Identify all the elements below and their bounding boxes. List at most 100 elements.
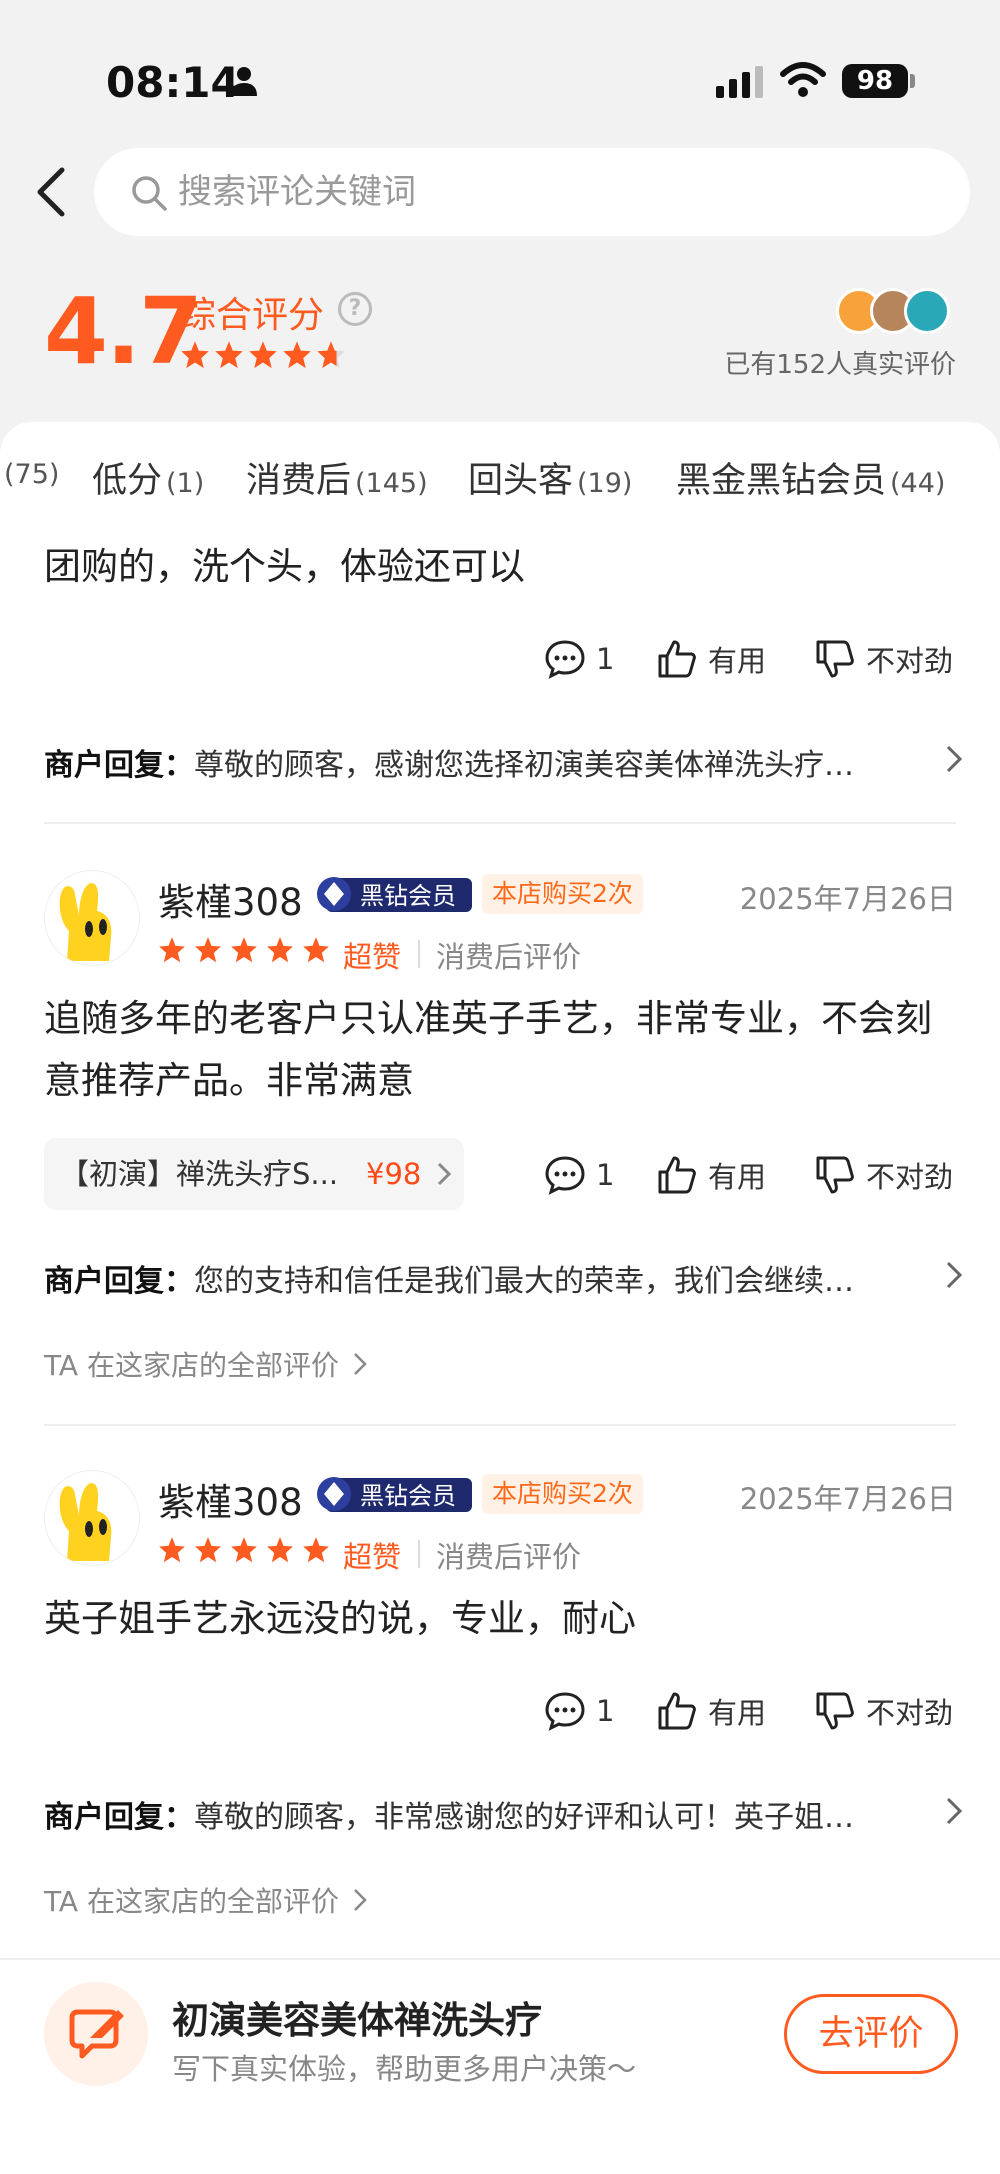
tab-count: (1) — [166, 468, 205, 499]
useful-button[interactable]: 有用 — [656, 1154, 766, 1196]
user-all-reviews-link[interactable]: TA 在这家店的全部评价 — [44, 1344, 367, 1384]
comment-icon — [545, 1156, 585, 1195]
status-time: 08:14 — [106, 58, 240, 107]
shop-name: 初演美容美体禅洗头疗 — [172, 1999, 542, 2042]
person-icon — [231, 67, 257, 96]
chevron-right-icon — [946, 1797, 963, 1825]
thumbs-down-icon — [816, 1692, 854, 1730]
star-icon — [215, 341, 243, 369]
wrong-label: 不对劲 — [866, 1160, 954, 1194]
useful-label: 有用 — [708, 1160, 767, 1194]
tab-returning[interactable]: 回头客 (19) — [468, 452, 632, 503]
thumbs-up-icon — [658, 640, 696, 678]
comment-count: 1 — [596, 1158, 615, 1192]
filter-tabs: (75) 低分 (1) 消费后 (145) 回头客 (19) 黑金黑钻会员 (44) — [0, 452, 1000, 512]
username[interactable]: 紫槿308 — [158, 872, 303, 926]
product-name: 【初演】禅洗头疗S... — [60, 1157, 339, 1191]
wrong-button[interactable]: 不对劲 — [814, 638, 953, 680]
tab-count: (44) — [890, 468, 946, 499]
thumbs-down-icon — [816, 640, 854, 678]
help-icon[interactable]: ? — [338, 292, 372, 326]
review-text: 团购的，洗个头，体验还可以 — [44, 545, 525, 588]
review-text: 追随多年的老客户只认准英子手艺，非常专业，不会刻意推荐产品。非常满意 — [44, 997, 932, 1102]
wrong-label: 不对劲 — [866, 1696, 954, 1730]
chevron-right-icon — [946, 745, 963, 773]
reply-label: 商户回复： — [44, 1264, 194, 1299]
useful-label: 有用 — [708, 644, 767, 678]
divider — [44, 1424, 956, 1426]
comment-icon — [545, 640, 585, 679]
star-icon — [231, 1537, 257, 1563]
star-icon — [283, 341, 311, 369]
wrong-button[interactable]: 不对劲 — [814, 1690, 953, 1732]
tab-count: (75) — [4, 459, 60, 490]
separator — [418, 940, 420, 968]
product-chip[interactable]: 【初演】禅洗头疗S... ¥98 — [44, 1138, 464, 1210]
comment-button[interactable]: 1 — [544, 1154, 614, 1196]
reviewers-count: 已有152人真实评价 — [724, 350, 956, 380]
vip-badge: 黑钻会员 — [317, 1477, 472, 1512]
tab-vip-members[interactable]: 黑金黑钻会员 (44) — [676, 452, 945, 503]
back-arrow-icon[interactable] — [28, 162, 74, 222]
divider — [44, 822, 956, 824]
signal-icon — [716, 66, 763, 98]
vip-badge: 黑钻会员 — [317, 877, 472, 912]
useful-button[interactable]: 有用 — [656, 638, 766, 680]
status-bar: 08:14 98 — [0, 0, 1000, 140]
reply-text: 尊敬的顾客，非常感谢您的好评和认可！英子姐… — [194, 1800, 854, 1835]
reviewer-avatars — [836, 288, 956, 336]
merchant-reply[interactable]: 商户回复：尊敬的顾客，感谢您选择初演美容美体禅洗头疗… — [44, 740, 964, 784]
username[interactable]: 紫槿308 — [158, 1472, 303, 1526]
battery-indicator: 98 — [842, 64, 908, 98]
merchant-reply[interactable]: 商户回复：您的支持和信任是我们最大的荣幸，我们会继续… — [44, 1256, 964, 1300]
tab-label: 消费后 — [246, 461, 352, 501]
tab-all[interactable]: (75) — [0, 452, 59, 492]
overall-score-label: 综合评分 — [180, 295, 325, 336]
tab-low-score[interactable]: 低分 (1) — [92, 452, 204, 503]
overall-star-rating — [180, 340, 346, 376]
tab-after-consumption[interactable]: 消费后 (145) — [246, 452, 428, 503]
review-date: 2025年7月26日 — [739, 882, 956, 916]
comment-button[interactable]: 1 — [544, 638, 614, 680]
write-review-bar: 初演美容美体禅洗头疗 写下真实体验，帮助更多用户决策～ 去评价 — [0, 1958, 1000, 2174]
star-icon — [317, 341, 345, 369]
write-review-button[interactable]: 去评价 — [784, 1994, 958, 2074]
tab-label: 低分 — [92, 461, 163, 501]
comment-button[interactable]: 1 — [544, 1690, 614, 1732]
star-icon — [159, 937, 185, 963]
tab-label: 回头客 — [468, 461, 574, 501]
wrong-label: 不对劲 — [866, 644, 954, 678]
chevron-right-icon — [354, 1353, 367, 1375]
battery-tip — [910, 74, 915, 88]
avatar[interactable] — [44, 870, 140, 966]
search-bar[interactable] — [94, 148, 970, 236]
star-icon — [303, 1537, 329, 1563]
search-input[interactable] — [178, 164, 938, 220]
star-icon — [303, 937, 329, 963]
avatar[interactable] — [44, 1470, 140, 1566]
comment-count: 1 — [596, 1694, 615, 1728]
tab-count: (145) — [355, 468, 428, 499]
purchase-badge: 本店购买2次 — [482, 874, 643, 914]
reply-label: 商户回复： — [44, 1800, 194, 1835]
thumbs-down-icon — [816, 1156, 854, 1194]
merchant-reply[interactable]: 商户回复：尊敬的顾客，非常感谢您的好评和认可！英子姐… — [44, 1792, 964, 1836]
vip-label: 黑钻会员 — [360, 882, 456, 910]
rating-word: 超赞 — [343, 940, 402, 974]
reviewer-avatar — [904, 288, 950, 334]
vip-label: 黑钻会员 — [360, 1482, 456, 1510]
reply-text: 尊敬的顾客，感谢您选择初演美容美体禅洗头疗… — [194, 748, 854, 783]
separator — [418, 1540, 420, 1568]
edit-review-icon[interactable] — [44, 1982, 148, 2086]
all-reviews-label: TA 在这家店的全部评价 — [44, 1885, 339, 1918]
wifi-icon — [780, 62, 826, 97]
useful-button[interactable]: 有用 — [656, 1690, 766, 1732]
mascot-icon — [59, 883, 112, 961]
review-type: 消费后评价 — [436, 940, 582, 974]
purchase-badge: 本店购买2次 — [482, 1474, 643, 1514]
star-icon — [195, 937, 221, 963]
user-all-reviews-link[interactable]: TA 在这家店的全部评价 — [44, 1880, 367, 1920]
review-prompt: 写下真实体验，帮助更多用户决策～ — [172, 2052, 637, 2086]
wrong-button[interactable]: 不对劲 — [814, 1154, 953, 1196]
rating-word: 超赞 — [343, 1540, 402, 1574]
